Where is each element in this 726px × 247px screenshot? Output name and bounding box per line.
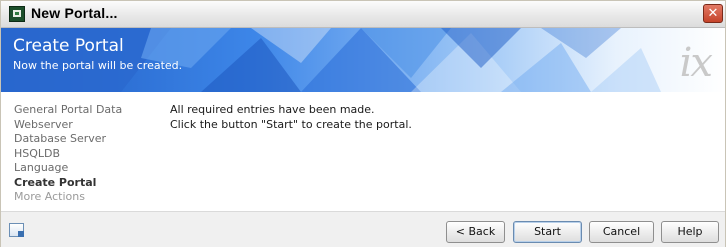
step-general-portal-data: General Portal Data (14, 103, 123, 116)
back-button[interactable]: < Back (446, 221, 505, 243)
start-button[interactable]: Start (513, 221, 582, 243)
message-line: Click the button "Start" to create the p… (170, 117, 412, 131)
step-webserver: Webserver (14, 117, 73, 131)
wizard-window: New Portal... ✕ Create Portal Now the po… (0, 0, 726, 247)
title-bar[interactable]: New Portal... ✕ (1, 1, 725, 28)
step-hsqldb: HSQLDB (14, 146, 61, 160)
banner-subtitle: Now the portal will be created. (13, 59, 183, 72)
wizard-banner: Create Portal Now the portal will be cre… (1, 28, 725, 92)
help-button[interactable]: Help (661, 221, 719, 243)
message-line: All required entries have been made. (170, 103, 375, 116)
button-bar: < Back Start Cancel Help (1, 211, 725, 247)
banner-title: Create Portal (13, 36, 124, 56)
step-create-portal: Create Portal (14, 175, 97, 189)
step-database-server: Database Server (14, 132, 107, 145)
step-language: Language (14, 161, 69, 174)
cancel-button[interactable]: Cancel (589, 221, 654, 243)
close-icon: ✕ (707, 6, 719, 21)
wizard-steps-list: General Portal Data Webserver Database S… (14, 103, 154, 205)
ix-logo: ix (679, 40, 713, 86)
close-button[interactable]: ✕ (703, 4, 723, 23)
step-message: All required entries have been made. Cli… (170, 103, 412, 132)
window-title: New Portal... (31, 5, 118, 21)
context-help-icon[interactable] (9, 223, 24, 237)
step-more-actions: More Actions (14, 190, 85, 203)
portal-app-icon (9, 6, 25, 22)
